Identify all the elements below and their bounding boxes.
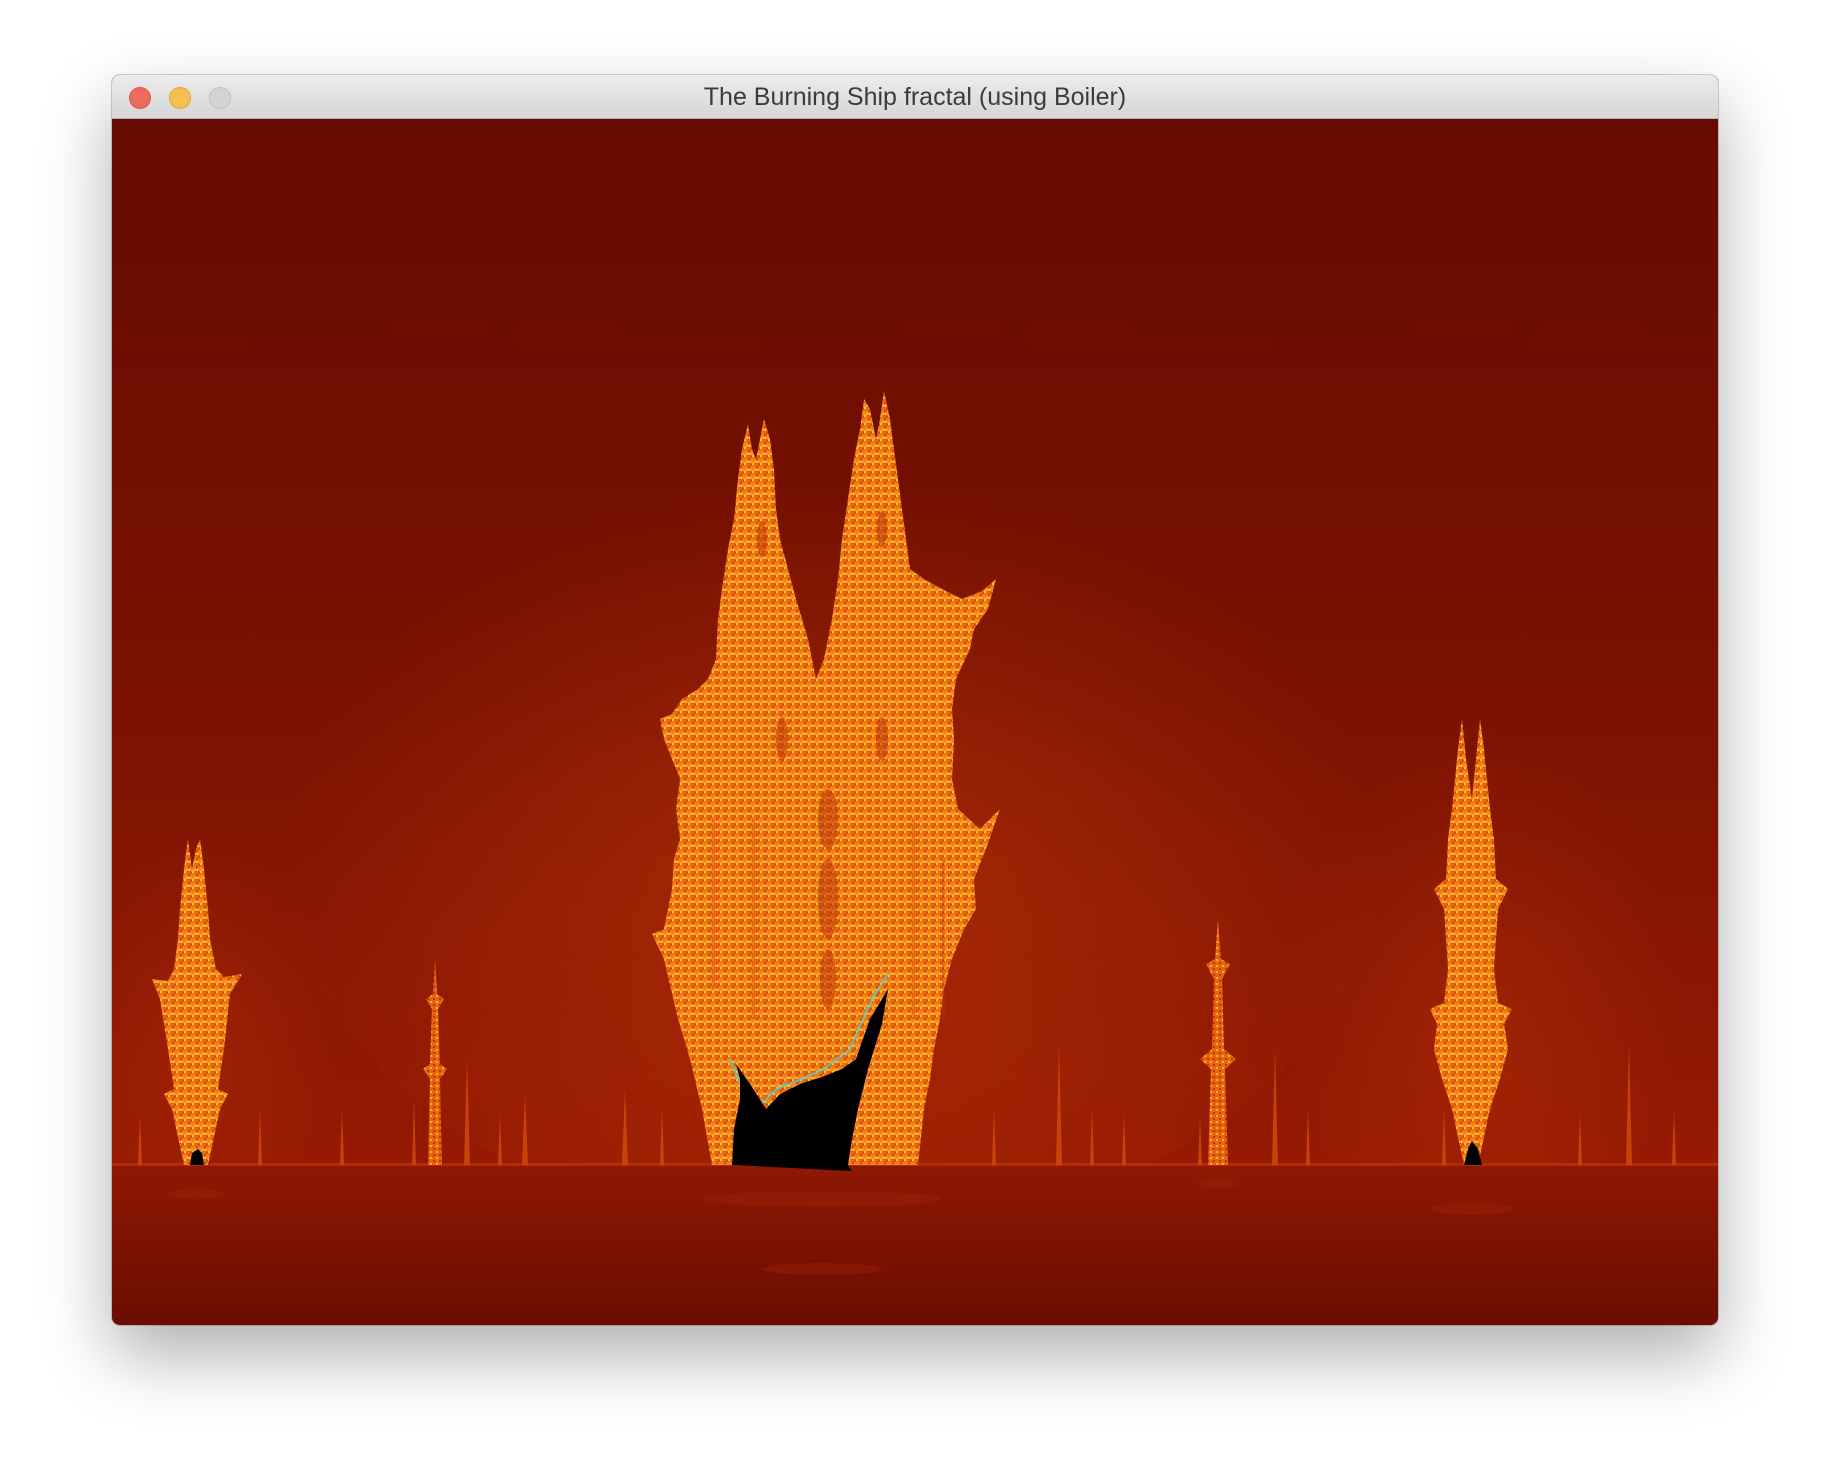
app-window: The Burning Ship fractal (using Boiler) [112, 75, 1718, 1325]
window-title: The Burning Ship fractal (using Boiler) [703, 83, 1127, 111]
fractal-render [112, 119, 1718, 1325]
title-bar[interactable]: The Burning Ship fractal (using Boiler) [112, 75, 1718, 119]
fractal-canvas[interactable] [112, 119, 1718, 1325]
